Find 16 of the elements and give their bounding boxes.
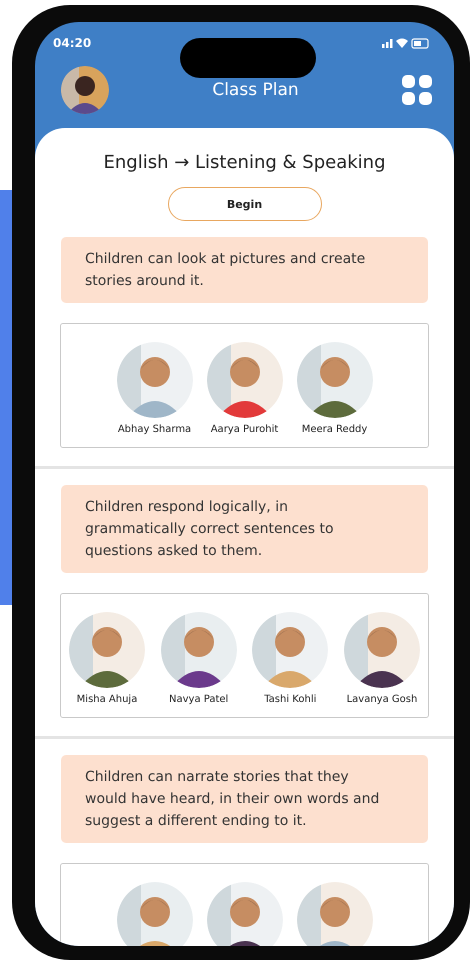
objective-text: Children respond logically, in grammatically correct sentences to questions asked to them. (61, 485, 428, 573)
student-name: Abhay Sharma (118, 424, 192, 435)
objective-text: Children can narrate stories that they would have heard, in their own words and suggest a different ending to it. (61, 755, 428, 843)
screen-title: Class Plan (212, 80, 299, 100)
student-name: Aarya Purohit (210, 424, 278, 435)
begin-button[interactable]: Begin (168, 187, 322, 221)
student-name: Tashi Kohli (264, 694, 316, 705)
student-name: Navya Patel (169, 694, 228, 705)
objective-text: Children can look at pictures and create stories around it. (61, 237, 428, 303)
student-name: Meera Reddy (302, 424, 368, 435)
status-time: 04:20 (53, 36, 92, 50)
student-name: Lavanya Gosh (346, 694, 418, 705)
lesson-title: English → Listening & Speaking (104, 152, 386, 173)
student-name: Misha Ahuja (76, 694, 138, 705)
status-icons (382, 37, 430, 49)
grid-menu-icon[interactable] (402, 75, 432, 105)
